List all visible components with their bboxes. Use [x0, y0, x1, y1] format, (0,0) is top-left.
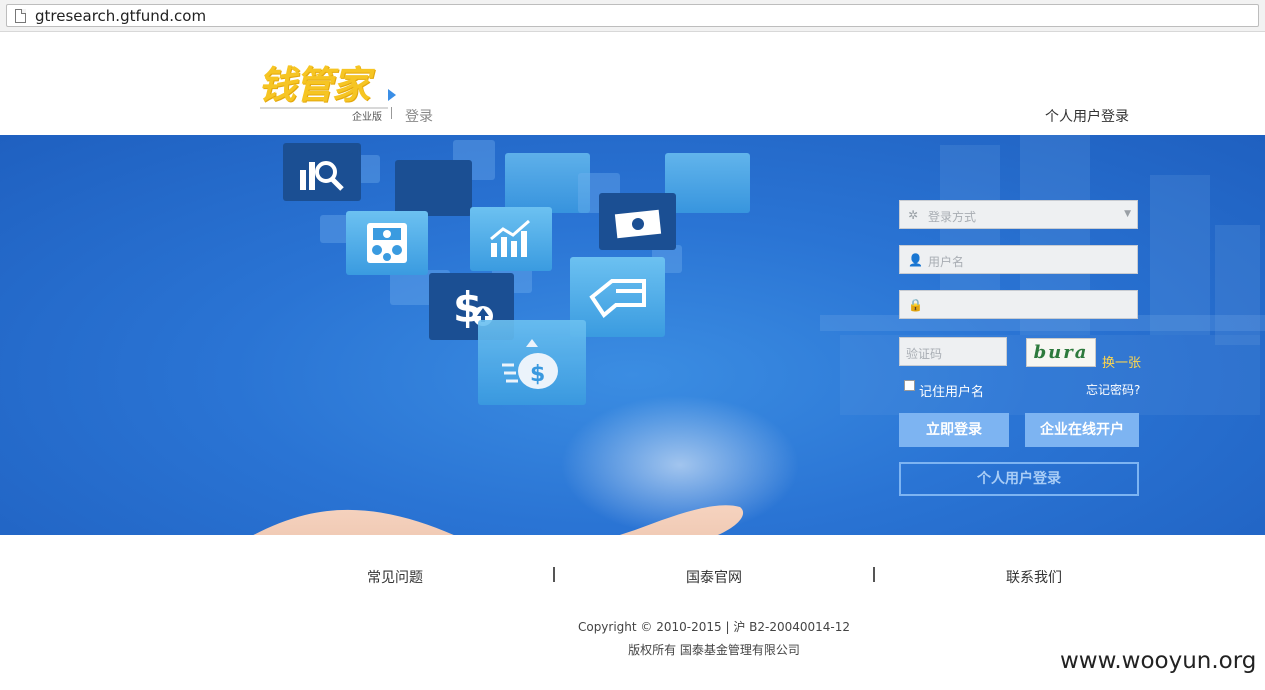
building-shape [1150, 175, 1210, 335]
hand-illustration [253, 505, 744, 535]
footer-divider [873, 567, 875, 582]
username-placeholder: 用户名 [928, 255, 965, 269]
cash-icon [599, 193, 676, 250]
personal-login-link[interactable]: 个人用户登录 [1045, 106, 1129, 126]
browser-toolbar: gtresearch.gtfund.com [0, 0, 1265, 32]
url-text[interactable]: gtresearch.gtfund.com [35, 7, 206, 25]
password-field[interactable]: 🔒 [899, 290, 1138, 319]
money-bag-icon: $ [478, 320, 586, 405]
svg-text:$: $ [530, 362, 545, 387]
address-bar[interactable]: gtresearch.gtfund.com [6, 4, 1259, 27]
site-header: 钱管家 企业版 登录 个人用户登录 [0, 33, 1265, 135]
tile-decoration [395, 160, 472, 216]
open-account-button[interactable]: 企业在线开户 [1025, 413, 1139, 447]
login-heading: 登录 [405, 109, 433, 125]
refresh-captcha-link[interactable]: 换一张 [1102, 352, 1141, 371]
gear-icon: ✲ [908, 208, 919, 222]
forgot-password-link[interactable]: 忘记密码? [1086, 381, 1140, 398]
footer-divider [553, 567, 555, 582]
captcha-image[interactable]: bura [1026, 338, 1096, 367]
username-field[interactable]: 👤 用户名 [899, 245, 1138, 274]
user-icon: 👤 [908, 253, 923, 267]
growth-chart-icon [470, 207, 552, 271]
footer-link-official-site[interactable]: 国泰官网 [686, 567, 742, 587]
logo-arrow-icon [388, 89, 396, 101]
header-divider [391, 107, 392, 119]
chevron-down-icon: ▼ [1124, 209, 1131, 219]
remember-checkbox[interactable] [904, 380, 915, 391]
edition-label: 企业版 [352, 112, 382, 123]
captcha-field[interactable]: 验证码 [899, 337, 1007, 366]
chart-search-icon [283, 143, 361, 201]
captcha-placeholder: 验证码 [906, 347, 943, 361]
tile-decoration [665, 153, 750, 213]
footer-link-contact[interactable]: 联系我们 [1006, 567, 1062, 587]
money-calculator-icon [346, 211, 428, 275]
lock-icon: 🔒 [908, 298, 923, 312]
login-button[interactable]: 立即登录 [899, 413, 1009, 447]
logo[interactable]: 钱管家 [258, 63, 370, 107]
login-method-placeholder: 登录方式 [928, 210, 977, 224]
watermark: www.wooyun.org [1060, 648, 1257, 674]
remember-label: 记住用户名 [919, 385, 985, 400]
footer-link-faq[interactable]: 常见问题 [367, 567, 423, 587]
login-method-select[interactable]: ✲ 登录方式 ▼ [899, 200, 1138, 229]
copyright-text: Copyright © 2010-2015 | 沪 B2-20040014-12 [577, 620, 851, 634]
page-icon [15, 9, 26, 23]
personal-login-button[interactable]: 个人用户登录 [899, 462, 1139, 496]
